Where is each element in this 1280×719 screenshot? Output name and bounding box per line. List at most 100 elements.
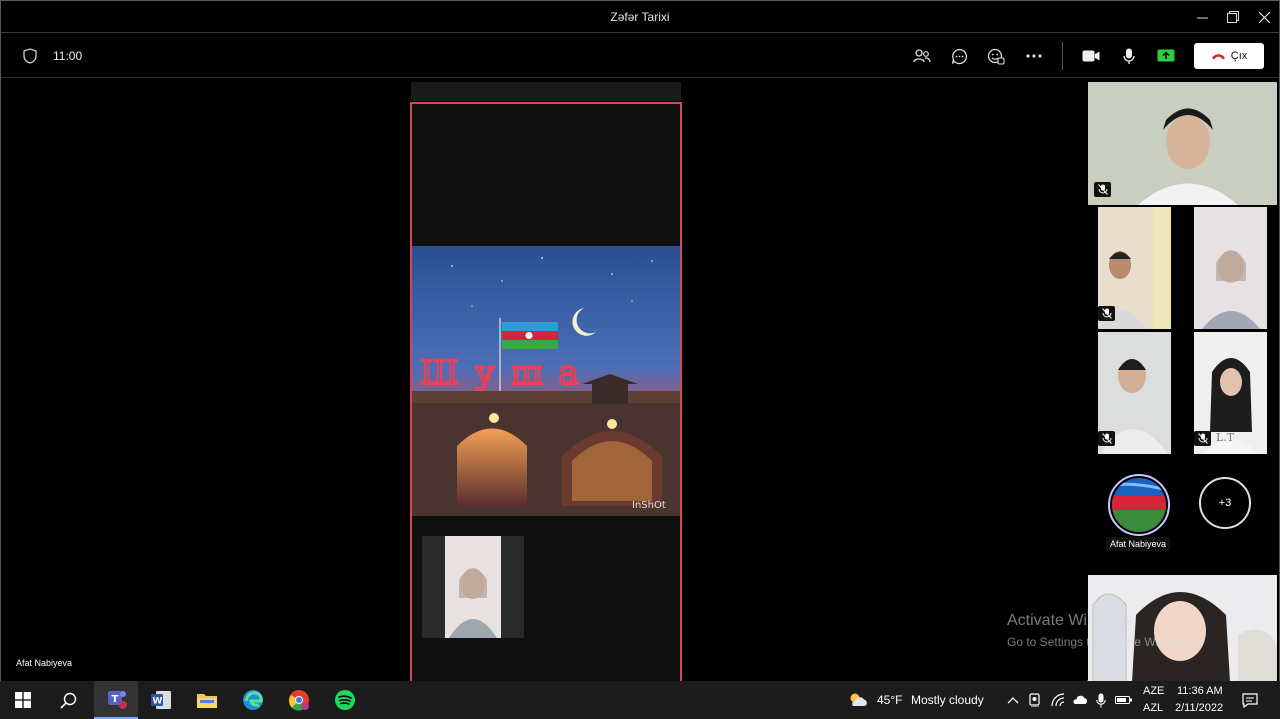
microphone-icon bbox=[1096, 693, 1106, 707]
leave-label: Çıx bbox=[1230, 50, 1248, 62]
activate-windows-subtitle: Go to Settings to activate Windows. bbox=[1007, 635, 1197, 649]
meet-now-tray-icon[interactable] bbox=[1026, 681, 1044, 719]
shield-icon[interactable] bbox=[23, 48, 37, 64]
activate-windows-title: Activate Windows bbox=[1007, 612, 1134, 629]
muted-indicator bbox=[1194, 431, 1211, 446]
taskbar-edge[interactable] bbox=[234, 681, 272, 719]
taskbar-teams[interactable]: T bbox=[94, 681, 138, 719]
mic-tray-icon[interactable] bbox=[1092, 681, 1110, 719]
weather-description[interactable]: Mostly cloudy bbox=[911, 693, 984, 707]
share-screen-button[interactable] bbox=[1154, 44, 1178, 68]
mic-muted-icon bbox=[1101, 433, 1112, 444]
people-icon bbox=[913, 49, 931, 63]
muted-indicator bbox=[1098, 431, 1115, 446]
windows-logo-icon bbox=[15, 692, 31, 708]
svg-text:T: T bbox=[112, 694, 119, 705]
reactions-icon bbox=[987, 48, 1005, 65]
participant-tile-3[interactable] bbox=[1194, 207, 1267, 329]
pen-workspace-tray-icon[interactable] bbox=[1048, 681, 1068, 719]
muted-indicator bbox=[1098, 306, 1115, 321]
minimize-button[interactable] bbox=[1185, 1, 1219, 33]
svg-text:W: W bbox=[153, 697, 163, 707]
participant-tile-5[interactable]: L.T bbox=[1194, 332, 1267, 454]
muted-indicator bbox=[1094, 182, 1111, 197]
stage-participant-name: Afat Nabiyeva bbox=[16, 658, 73, 668]
shared-screen-frame: Шуша InShOt bbox=[410, 102, 682, 682]
taskbar-file-explorer[interactable] bbox=[188, 681, 226, 719]
reactions-button[interactable] bbox=[984, 44, 1008, 68]
microphone-icon bbox=[1123, 48, 1135, 64]
notification-center-button[interactable] bbox=[1238, 681, 1262, 719]
onedrive-tray-icon[interactable] bbox=[1070, 681, 1090, 719]
restore-icon bbox=[1227, 11, 1239, 23]
network-icon bbox=[1051, 693, 1065, 707]
show-hidden-icons-button[interactable] bbox=[1004, 681, 1022, 719]
mic-muted-icon bbox=[1097, 184, 1108, 195]
windows-taskbar: T W 45°F Mostly cloudy AZE AZL 11:36 AM … bbox=[0, 681, 1280, 719]
share-screen-icon bbox=[1157, 49, 1175, 62]
participant-gallery: L.T Afat Nabiyeva +3 bbox=[1088, 79, 1279, 682]
weather-temperature[interactable]: 45°F bbox=[877, 693, 902, 707]
window-title: Zəfər Tarixi bbox=[610, 10, 670, 24]
participant-tile-2[interactable] bbox=[1098, 207, 1171, 329]
taskbar-chrome[interactable] bbox=[280, 681, 318, 719]
more-participants-button[interactable]: +3 bbox=[1199, 477, 1251, 529]
search-button[interactable] bbox=[50, 681, 86, 719]
chrome-icon bbox=[289, 690, 309, 711]
title-bar: Zəfər Tarixi bbox=[1, 1, 1279, 33]
presenter-thumbnail[interactable] bbox=[422, 536, 524, 638]
teams-meeting-window: Zəfər Tarixi 11:00 Çıx Шуша InShOt Afat … bbox=[0, 0, 1280, 682]
battery-icon bbox=[1115, 696, 1132, 704]
start-button[interactable] bbox=[6, 681, 40, 719]
input-language-bottom[interactable]: AZL bbox=[1143, 702, 1163, 714]
taskbar-word[interactable]: W bbox=[142, 681, 180, 719]
mic-muted-icon bbox=[1101, 308, 1112, 319]
leave-button[interactable]: Çıx bbox=[1194, 43, 1264, 69]
participant-tile-1[interactable] bbox=[1088, 82, 1277, 205]
meeting-timer: 11:00 bbox=[53, 49, 83, 63]
shared-image-shusha: Шуша InShOt bbox=[412, 246, 680, 516]
avatar-name-label: Afat Nabiyeva bbox=[1106, 537, 1171, 551]
tile5-glyph: L.T bbox=[1216, 431, 1235, 444]
hang-up-icon bbox=[1211, 54, 1225, 60]
clock-date[interactable]: 2/11/2022 bbox=[1175, 702, 1223, 714]
microphone-button[interactable] bbox=[1117, 44, 1141, 68]
people-button[interactable] bbox=[910, 44, 934, 68]
folder-icon bbox=[197, 694, 217, 708]
battery-tray-icon[interactable] bbox=[1114, 681, 1134, 719]
more-options-button[interactable] bbox=[1022, 44, 1046, 68]
restore-button[interactable] bbox=[1216, 1, 1250, 33]
presenter-video bbox=[445, 536, 501, 638]
shared-image-watermark: InShOt bbox=[632, 500, 666, 511]
close-icon bbox=[1258, 11, 1270, 23]
close-button[interactable] bbox=[1247, 1, 1280, 33]
spotify-icon bbox=[335, 690, 355, 710]
meet-now-icon bbox=[1029, 693, 1040, 707]
input-language-top[interactable]: AZE bbox=[1143, 685, 1164, 697]
chat-icon bbox=[951, 48, 967, 64]
chevron-up-icon bbox=[1007, 697, 1019, 704]
edge-icon bbox=[243, 690, 263, 710]
shared-content-top-bar bbox=[411, 82, 681, 101]
mic-muted-icon bbox=[1197, 433, 1208, 444]
cloud-icon bbox=[1073, 695, 1088, 704]
partly-cloudy-icon bbox=[850, 693, 867, 706]
camera-icon bbox=[1082, 50, 1100, 62]
participant-avatar-afat[interactable] bbox=[1108, 474, 1170, 536]
word-icon: W bbox=[151, 691, 171, 709]
search-icon bbox=[59, 692, 76, 709]
teams-icon: T bbox=[108, 691, 127, 709]
ellipsis-icon bbox=[1026, 54, 1042, 58]
chat-button[interactable] bbox=[947, 44, 971, 68]
main-stage: Шуша InShOt Afat Nabiyeva bbox=[1, 79, 1087, 682]
minimize-icon bbox=[1196, 17, 1208, 18]
shared-image-text: Шуша bbox=[420, 353, 595, 393]
notification-icon bbox=[1242, 692, 1258, 708]
weather-widget-icon[interactable] bbox=[846, 681, 870, 719]
clock-time[interactable]: 11:36 AM bbox=[1177, 685, 1223, 697]
participant-tile-4[interactable] bbox=[1098, 332, 1171, 454]
camera-button[interactable] bbox=[1079, 44, 1103, 68]
toolbar-separator bbox=[1062, 42, 1063, 70]
taskbar-spotify[interactable] bbox=[326, 681, 364, 719]
meeting-toolbar: 11:00 Çıx bbox=[1, 34, 1279, 78]
